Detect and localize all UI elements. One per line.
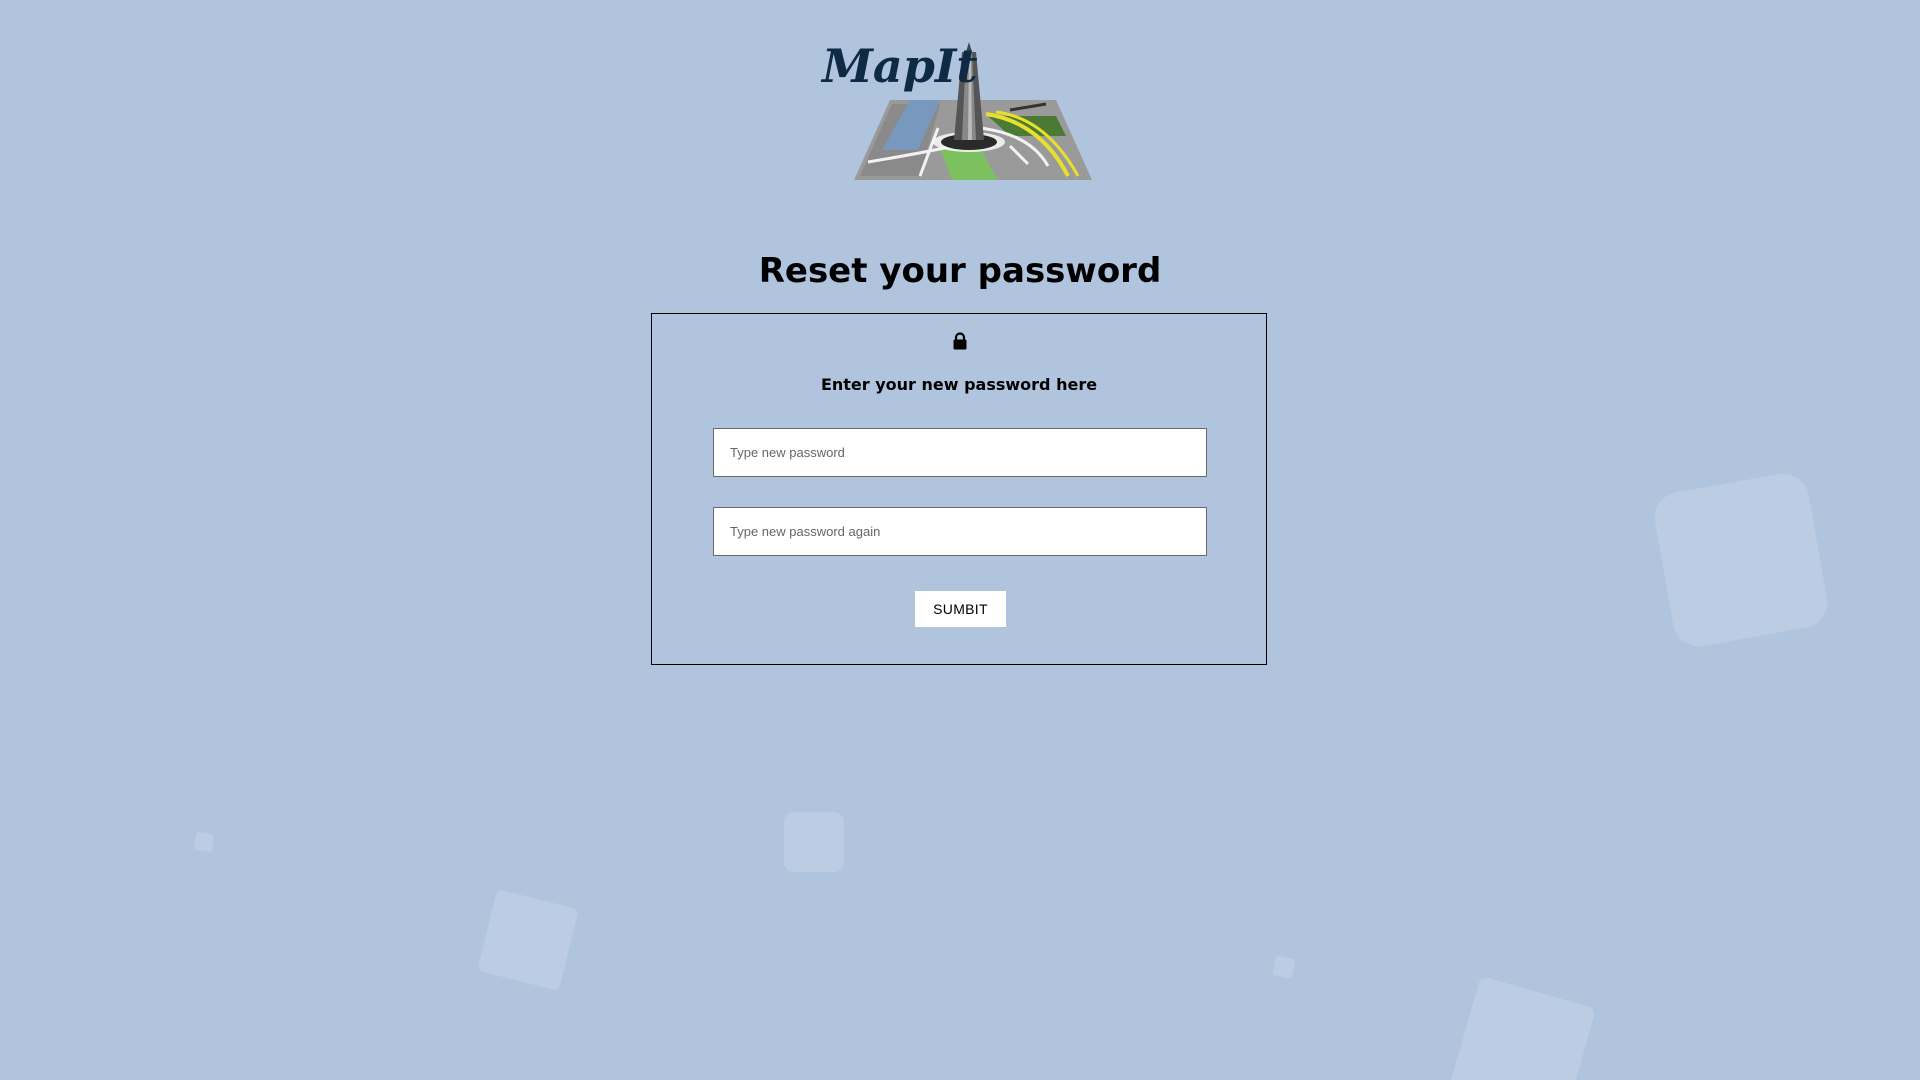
mapit-logo: MapIt	[820, 39, 1092, 180]
new-password-input[interactable]	[713, 428, 1207, 477]
background-square	[1272, 955, 1296, 979]
background-square	[784, 812, 844, 872]
background-square	[477, 889, 579, 991]
lock-icon	[953, 332, 967, 350]
confirm-password-input[interactable]	[713, 507, 1207, 556]
submit-button[interactable]: SUMBIT	[915, 591, 1006, 627]
page-title: Reset your password	[758, 251, 1162, 291]
reset-password-card: Enter your new password here SUMBIT	[651, 313, 1267, 665]
logo-text: MapIt	[820, 39, 978, 93]
card-subtitle: Enter your new password here	[820, 375, 1098, 394]
background-square	[1650, 469, 1832, 651]
background-square	[1447, 975, 1597, 1080]
background-square	[193, 831, 215, 853]
